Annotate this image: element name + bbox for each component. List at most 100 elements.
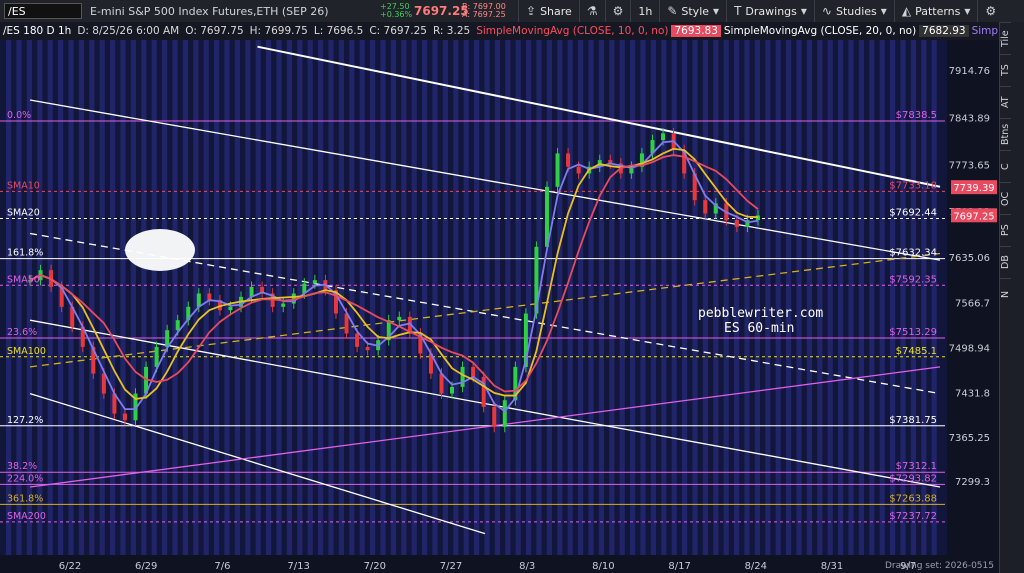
settings-button[interactable]: ⚙ <box>604 0 631 22</box>
session-stripe <box>682 40 688 560</box>
candle-body <box>450 386 455 394</box>
session-stripe <box>744 40 750 560</box>
session-stripe <box>432 40 438 560</box>
level-label: 161.8% <box>7 248 43 259</box>
session-stripe <box>99 40 105 560</box>
flask-icon: ⚗ <box>586 4 598 18</box>
session-stripe <box>786 40 792 560</box>
candle-body <box>122 413 127 421</box>
candle-body <box>365 346 370 351</box>
timeframe-button[interactable]: 1h <box>630 0 659 22</box>
session-stripe <box>307 40 313 560</box>
candle-body <box>734 220 739 227</box>
drawings-icon: T <box>734 4 742 18</box>
session-stripe <box>879 40 885 560</box>
price-axis: 7914.767843.897773.657703.337635.067566.… <box>947 40 1000 555</box>
patterns-button[interactable]: ◭ Patterns ▾ <box>893 0 978 22</box>
session-stripe <box>526 40 532 560</box>
price-chart[interactable]: 0.0% $7838.5 SMA10 $7733.18 SMA20 $7692.44 161… <box>0 22 1024 573</box>
chevron-down-icon: ▾ <box>800 4 807 18</box>
chart-settings-button[interactable]: ⚙ <box>977 0 1003 22</box>
tab-ts[interactable]: TS <box>1000 54 1011 86</box>
status-sma20-label: SimpleMovingAvg (CLOSE, 20, 0, no) <box>723 25 917 37</box>
session-stripe <box>474 40 480 560</box>
drawing-set-label: Drawing set: 2026-0515 <box>885 561 994 571</box>
level-price-label: $7592.35 <box>889 274 937 285</box>
level-price-label: $7312.1 <box>896 461 937 472</box>
candle-body <box>228 306 233 311</box>
annotation-timeframe: ES 60-min <box>724 321 794 336</box>
candle-body <box>196 293 201 307</box>
time-axis: 6/22 6/29 7/6 7/13 7/20 7/27 8/3 8/10 8/17 8/24 8/… <box>0 555 1000 573</box>
session-stripe <box>515 40 521 560</box>
level-label: SMA20 <box>7 207 40 218</box>
price-tick-label: 7431.8 <box>955 388 990 399</box>
tab-oc[interactable]: OC <box>1000 182 1011 214</box>
session-stripe <box>380 40 386 560</box>
session-stripe <box>442 40 448 560</box>
tab-db[interactable]: DB <box>1000 246 1011 278</box>
level-price-label: $7263.88 <box>889 493 937 504</box>
level-price-label: $7293.82 <box>889 473 937 484</box>
session-stripe <box>640 40 646 560</box>
ask-value: A: 7697.25 <box>462 10 506 19</box>
last-price: 7697.25 <box>414 4 469 18</box>
tab-n[interactable]: N <box>1000 278 1011 310</box>
session-stripe <box>141 40 147 560</box>
share-button[interactable]: ⇪ Share <box>518 0 579 22</box>
level-label: SMA10 <box>7 180 40 191</box>
last-price-marker: 7697.25 <box>953 211 994 222</box>
chevron-down-icon: ▾ <box>713 4 720 18</box>
candle-body <box>397 316 402 321</box>
candle-body <box>471 366 476 377</box>
session-stripe <box>151 40 157 560</box>
style-button[interactable]: ✎ Style ▾ <box>659 0 726 22</box>
drawings-label: Drawings <box>745 4 797 18</box>
session-stripe <box>848 40 854 560</box>
candle-body <box>555 153 560 187</box>
session-stripe <box>297 40 303 560</box>
time-tick-label: 8/24 <box>745 561 767 572</box>
drawings-button[interactable]: T Drawings ▾ <box>726 0 814 22</box>
candle-body <box>312 280 317 284</box>
status-sma-next-label: SimpleMovingAvg (C <box>971 25 1000 37</box>
level-label: 0.0% <box>7 110 31 121</box>
flask-button[interactable]: ⚗ <box>578 0 605 22</box>
tab-tile[interactable]: Tile <box>1000 22 1011 54</box>
time-tick-label: 7/13 <box>287 561 309 572</box>
session-stripe <box>588 40 594 560</box>
tab-btns[interactable]: Btns <box>1000 118 1011 150</box>
timeframe-label: 1h <box>638 4 653 18</box>
status-open: O: 7697.75 <box>185 25 244 37</box>
sma10-price-marker: 7739.39 <box>953 183 994 194</box>
studies-icon: ∿ <box>821 4 832 18</box>
session-stripe <box>692 40 698 560</box>
session-stripe <box>702 40 708 560</box>
time-tick-label: 8/31 <box>821 561 843 572</box>
session-stripe <box>494 40 500 560</box>
session-stripe <box>671 40 677 560</box>
level-price-label: $7513.29 <box>889 327 937 338</box>
tab-c[interactable]: C <box>1000 150 1011 182</box>
candle-body <box>355 333 360 347</box>
session-stripe <box>120 40 126 560</box>
symbol-input[interactable]: /ES <box>4 3 82 19</box>
price-tick-label: 7773.65 <box>949 160 990 171</box>
highlight-ellipse <box>125 229 195 271</box>
tab-at[interactable]: AT <box>1000 86 1011 118</box>
level-label: 38.2% <box>7 461 37 472</box>
session-stripe <box>359 40 365 560</box>
session-stripe <box>723 40 729 560</box>
tab-ps[interactable]: PS <box>1000 214 1011 246</box>
studies-button[interactable]: ∿ Studies ▾ <box>813 0 894 22</box>
style-icon: ✎ <box>667 4 678 18</box>
price-tick-label: 7299.3 <box>955 477 990 488</box>
time-tick-label: 6/29 <box>135 561 157 572</box>
time-tick-label: 7/20 <box>364 561 386 572</box>
level-price-label: $7381.75 <box>889 415 937 426</box>
style-label: Style <box>681 4 710 18</box>
candle-body <box>492 406 497 427</box>
price-tick-label: 7566.7 <box>955 298 990 309</box>
candle-body <box>703 200 708 214</box>
candle-body <box>207 293 212 301</box>
